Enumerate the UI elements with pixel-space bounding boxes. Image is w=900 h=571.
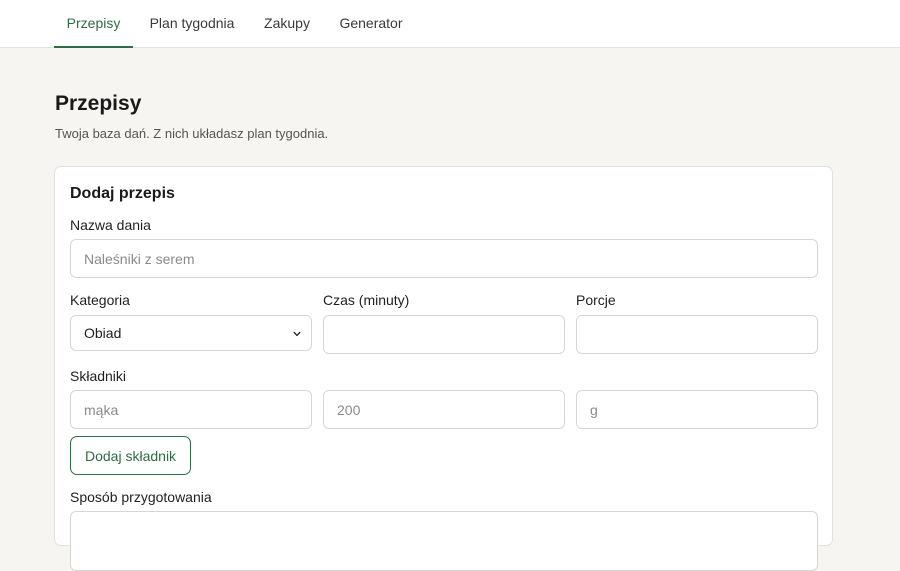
ingredients-label: Składniki [70,368,127,384]
category-select[interactable]: Obiad [70,315,312,351]
ingredient-name-input[interactable] [70,390,312,429]
ingredient-unit-input[interactable] [576,390,818,429]
add-recipe-card: Dodaj przepis Nazwa dania Kategoria Obia… [54,166,833,571]
card-title: Dodaj przepis [70,185,175,202]
page-subtitle: Twoja baza dań. Z nich układasz plan tyg… [55,126,329,141]
chevron-down-icon [293,331,301,337]
top-navigation: Przepisy Plan tygodnia Zakupy Generator [0,0,900,48]
category-label: Kategoria [70,292,130,308]
page-title: Przepisy [55,92,142,115]
servings-label: Porcje [576,292,616,308]
time-input[interactable] [323,315,565,354]
method-textarea[interactable] [70,511,818,571]
servings-input[interactable] [576,315,818,354]
tab-plan-tygodnia[interactable]: Plan tygodnia [140,0,244,48]
tab-generator[interactable]: Generator [330,0,412,48]
tab-zakupy[interactable]: Zakupy [256,0,318,48]
category-select-value: Obiad [84,325,122,341]
ingredient-amount-input[interactable] [323,390,565,429]
tab-przepisy[interactable]: Przepisy [54,0,133,48]
method-label: Sposób przygotowania [70,489,212,505]
dish-name-label: Nazwa dania [70,217,151,233]
time-label: Czas (minuty) [323,292,410,308]
add-ingredient-button[interactable]: Dodaj składnik [70,436,192,475]
dish-name-input[interactable] [70,239,818,278]
